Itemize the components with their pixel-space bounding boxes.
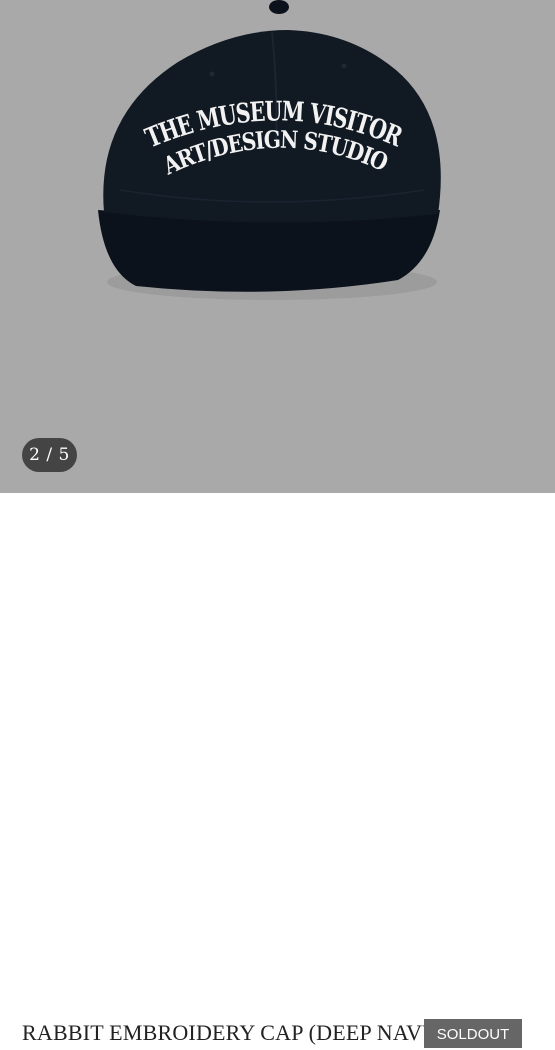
product-info-bar: RABBIT EMBROIDERY CAP (DEEP NAVY) SOLDOU…: [0, 493, 555, 1048]
product-title: RABBIT EMBROIDERY CAP (DEEP NAVY): [22, 1020, 446, 1045]
image-counter: 2 / 5: [22, 438, 77, 472]
product-image-gallery[interactable]: THE MUSEUM VISITOR ART/DESIGN STUDIO 2 /…: [0, 0, 555, 493]
status-badge: SOLDOUT: [424, 1019, 522, 1048]
cap-image: THE MUSEUM VISITOR ART/DESIGN STUDIO: [98, 0, 441, 300]
